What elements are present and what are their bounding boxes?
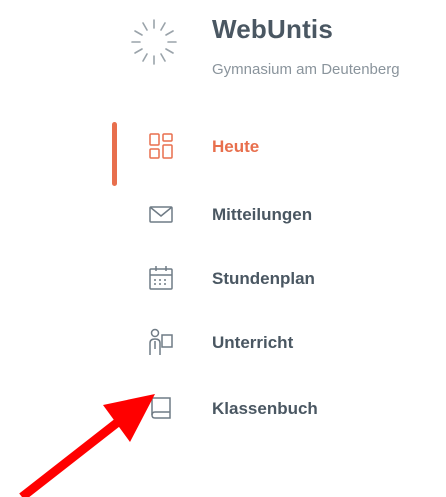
- app-title: WebUntis: [212, 14, 334, 44]
- nav-label-heute: Heute: [212, 137, 260, 156]
- nav-item-stundenplan[interactable]: Stundenplan: [0, 252, 446, 306]
- dashboard-icon: [149, 133, 173, 159]
- school-name: Gymnasium am Deutenberg: [212, 61, 400, 78]
- nav-item-mitteilungen[interactable]: Mitteilungen: [0, 188, 446, 242]
- nav-label-unterricht: Unterricht: [212, 333, 294, 352]
- nav-label-klassenbuch: Klassenbuch: [212, 399, 318, 418]
- nav-item-heute[interactable]: Heute: [0, 120, 446, 186]
- calendar-icon: [149, 266, 173, 290]
- annotation-arrow-icon: [19, 394, 155, 497]
- webuntis-logo-icon: [131, 19, 177, 65]
- envelope-icon: [149, 206, 173, 223]
- nav-label-mitteilungen: Mitteilungen: [212, 205, 313, 224]
- active-indicator: [112, 122, 117, 186]
- nav-label-stundenplan: Stundenplan: [212, 269, 315, 288]
- app-header: WebUntis Gymnasium am Deutenberg: [0, 0, 446, 100]
- nav-item-unterricht[interactable]: Unterricht: [0, 316, 446, 370]
- teacher-icon: [149, 328, 173, 355]
